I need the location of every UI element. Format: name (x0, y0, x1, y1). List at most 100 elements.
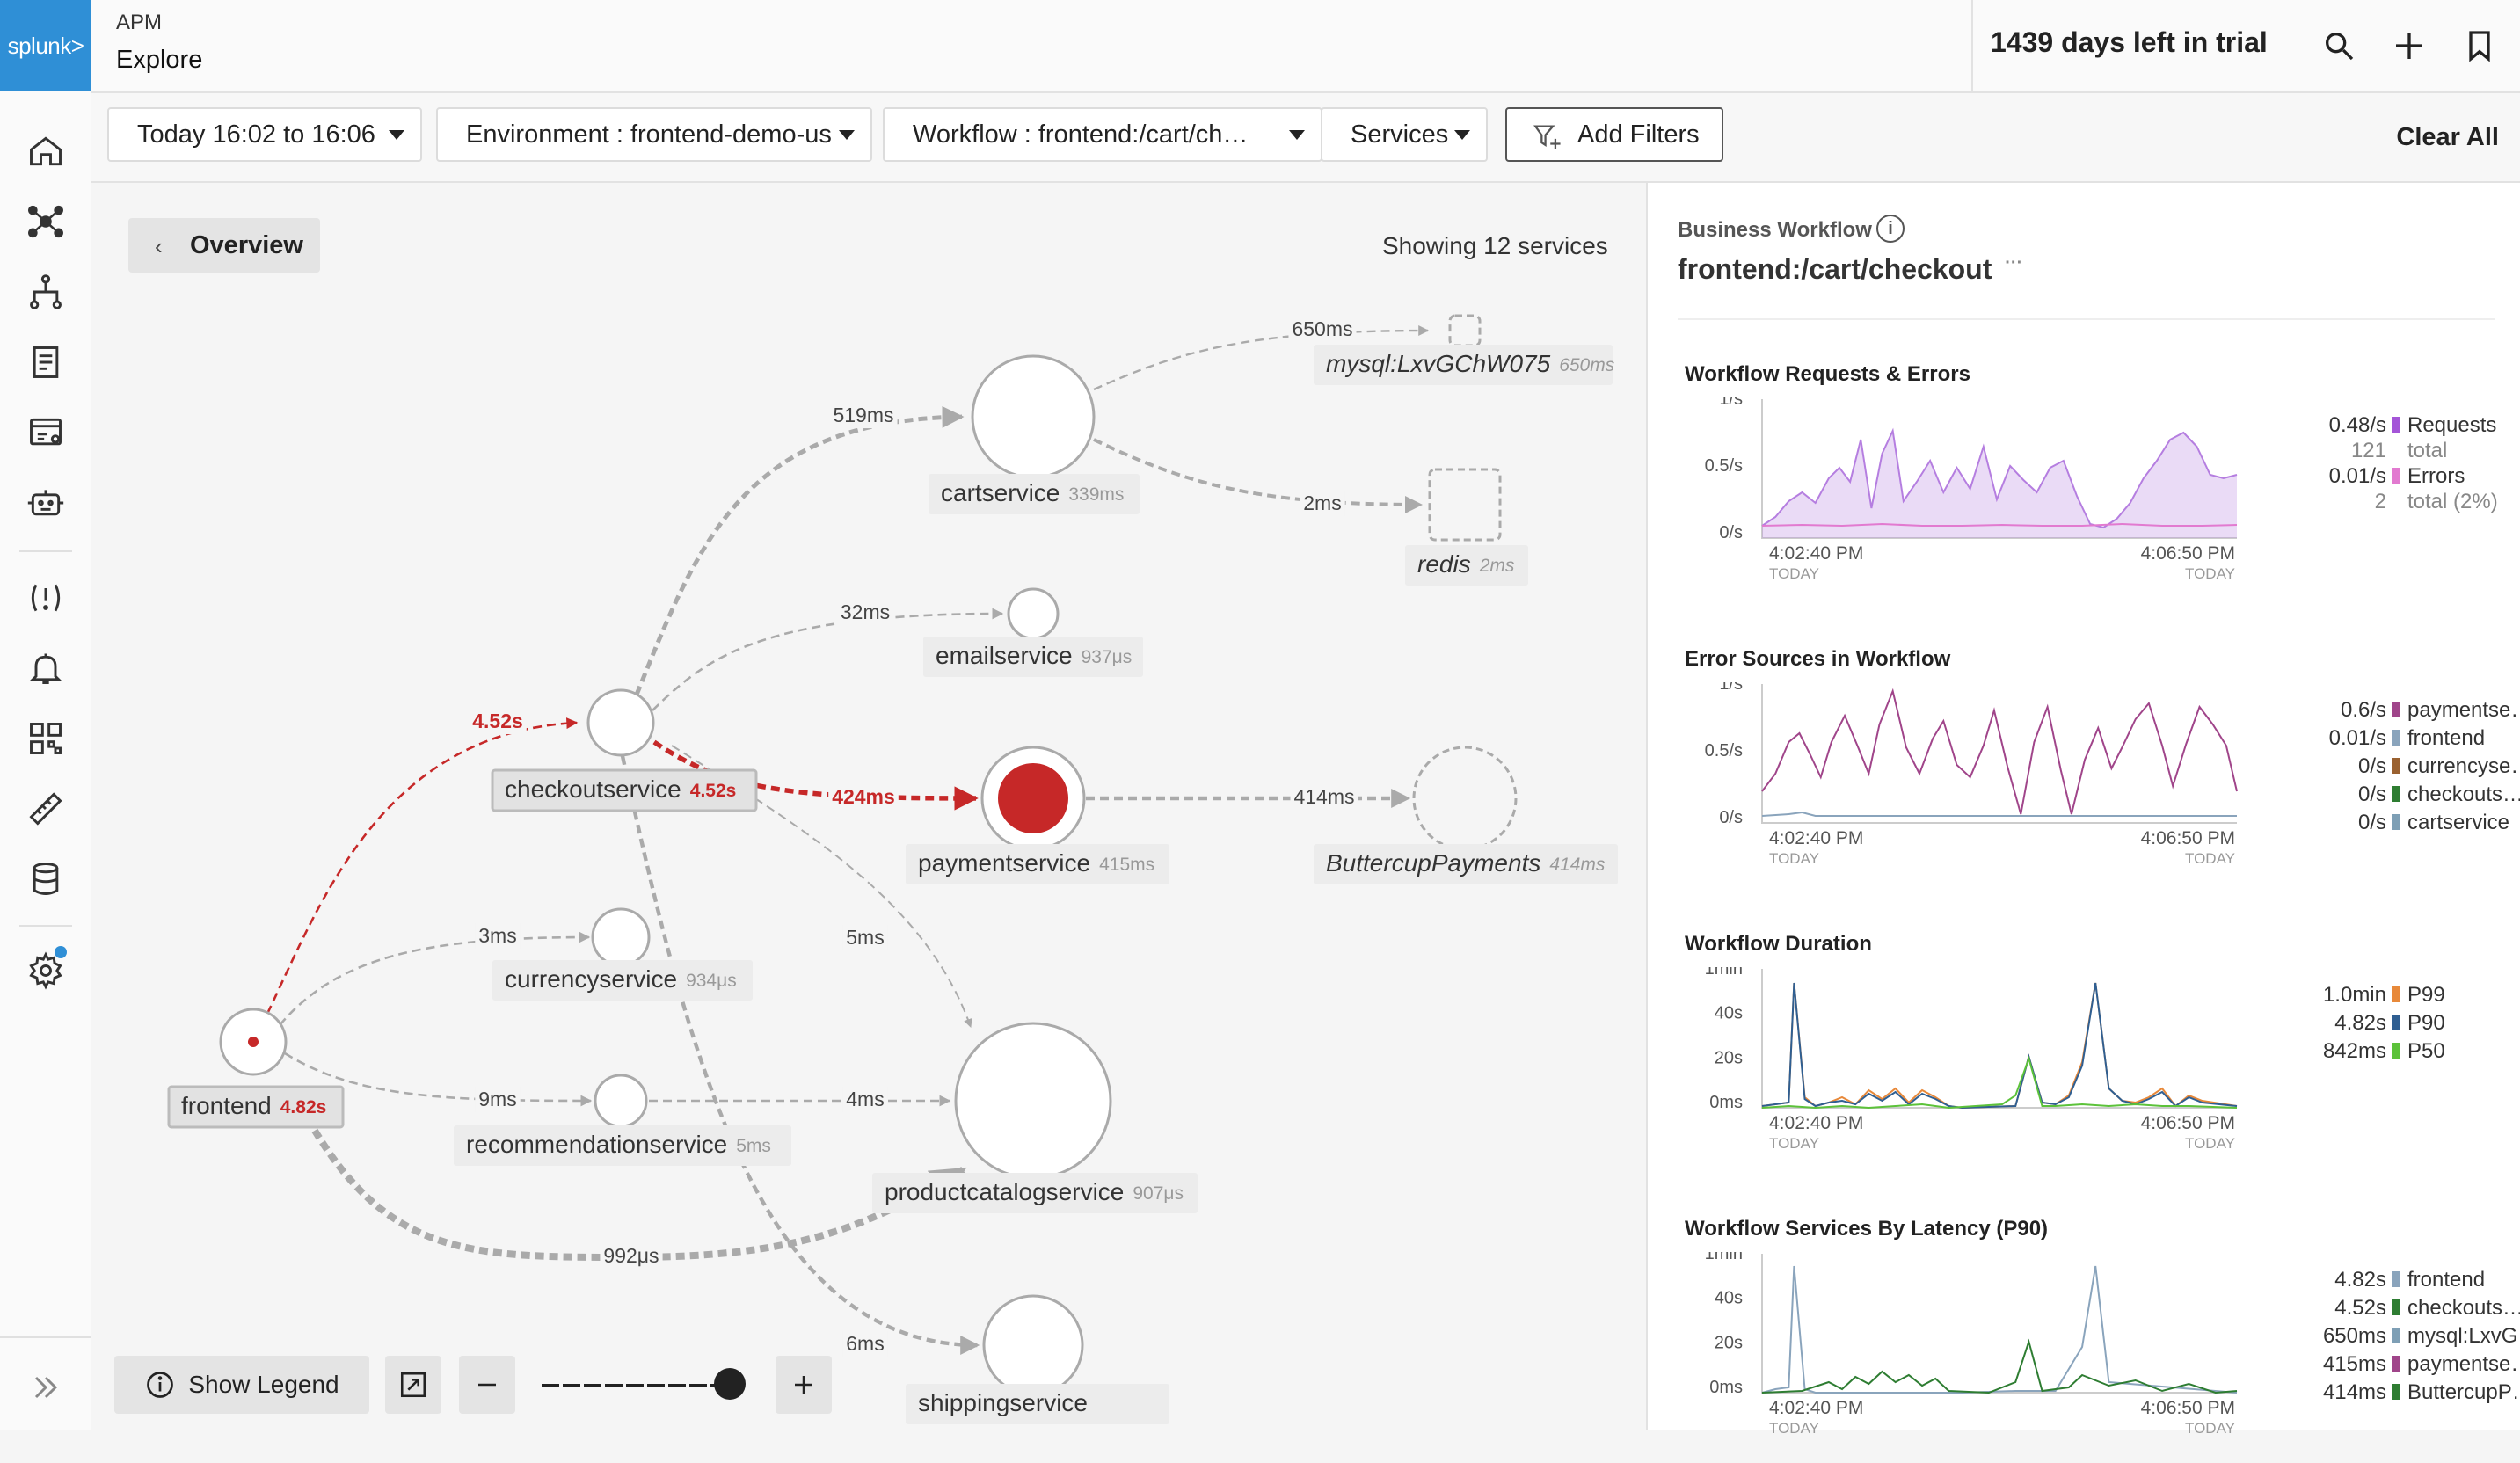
info-icon[interactable]: i (1876, 215, 1905, 243)
robot-icon[interactable] (21, 478, 70, 528)
legend-item[interactable]: 650ms mysql:LxvG… (2263, 1322, 2520, 1350)
node-shippingservice[interactable] (982, 1294, 1084, 1396)
legend-label: paymentse… (2407, 698, 2520, 722)
node-emailservice[interactable] (1007, 587, 1060, 640)
database-icon[interactable] (21, 855, 70, 904)
search-icon[interactable] (2316, 23, 2362, 69)
x-time-label: 4:06:50 PM (2141, 828, 2235, 848)
bookmark-icon[interactable] (2457, 23, 2502, 69)
legend-label: Requests (2407, 413, 2497, 437)
series-line (1762, 1342, 2237, 1393)
edge-latency-label: 519ms (833, 404, 893, 426)
y-tick-label: 1/s (1719, 397, 1743, 409)
edge-latency-label: 2ms (1303, 491, 1341, 514)
legend-label: checkouts… (2407, 782, 2520, 806)
node-checkoutservice[interactable] (586, 688, 655, 757)
legend-value: 4.52s (2334, 1296, 2386, 1320)
legend-item[interactable]: 1.0min P99 (2263, 981, 2445, 1009)
hierarchy-icon[interactable] (21, 267, 70, 317)
node-label: productcatalogservice 907μs (885, 1178, 1184, 1205)
zoom-slider[interactable] (540, 1368, 746, 1400)
legend-value: 1.0min (2322, 983, 2386, 1007)
zoom-in-button[interactable] (776, 1356, 832, 1414)
node-recommendationservice[interactable] (594, 1074, 648, 1128)
dashboard-grid-icon[interactable] (21, 714, 70, 763)
show-legend-label: Show Legend (188, 1371, 339, 1398)
x-time-label: 4:02:40 PM (1769, 1113, 1863, 1133)
expand-chevrons-icon[interactable] (21, 1363, 70, 1412)
workflow-filter[interactable]: Workflow : frontend:/cart/ch… (883, 107, 1322, 162)
node-currencyservice[interactable] (591, 907, 651, 967)
node-redis[interactable] (1428, 468, 1502, 542)
legend-item[interactable]: 0/s checkouts… (2263, 781, 2520, 809)
environment-filter[interactable]: Environment : frontend-demo-us (436, 107, 872, 162)
overview-button[interactable]: ‹ Overview (128, 218, 320, 273)
x-time-label: 4:06:50 PM (2141, 543, 2235, 564)
error-origin-dot (248, 1037, 259, 1047)
series-line (1762, 983, 2237, 1108)
fit-to-screen-button[interactable] (385, 1356, 441, 1414)
legend-item[interactable]: 0.6/s paymentse… (2263, 696, 2520, 724)
edge-cartservice-to-redis[interactable] (1093, 438, 1423, 513)
add-filters-button[interactable]: Add Filters (1505, 107, 1723, 162)
more-icon[interactable]: ··· (2005, 253, 2022, 273)
legend-item[interactable]: 0.01/s frontend (2263, 724, 2520, 753)
time-range-picker[interactable]: Today 16:02 to 16:06 (107, 107, 422, 162)
workflow-filter-label: Workflow : frontend:/cart/ch… (913, 120, 1249, 149)
ruler-icon[interactable] (21, 784, 70, 833)
zoom-out-button[interactable] (459, 1356, 515, 1414)
y-tick-label: 40s (1715, 1004, 1743, 1023)
bell-icon[interactable] (21, 644, 70, 693)
node-productcatalogservice[interactable] (954, 1022, 1112, 1180)
legend-total-label: total (2407, 439, 2448, 462)
legend-item[interactable]: 0/s currencyse… (2263, 753, 2520, 781)
edge-checkoutservice-to-cartservice[interactable] (634, 405, 965, 695)
mini-chart[interactable]: 1min 40s 20s 0ms 4:02:40 PM TODAY 4:06:50 PM TO… (1648, 1252, 2263, 1463)
x-time-sublabel: TODAY (1769, 1420, 1819, 1437)
document-icon[interactable] (21, 338, 70, 387)
x-time-sublabel: TODAY (2185, 565, 2235, 582)
node-mysql:LxvGChW075[interactable] (1448, 314, 1482, 347)
chart-section-title: Workflow Requests & Errors (1685, 362, 1970, 386)
node-label: frontend 4.82s (181, 1092, 326, 1119)
trial-status[interactable]: 1439 days left in trial (1991, 26, 2268, 59)
breadcrumb-section[interactable]: APM (116, 11, 162, 35)
top-header: APM Explore 1439 days left in trial (91, 0, 2520, 93)
legend-item[interactable]: 4.52s checkouts… (2263, 1294, 2520, 1322)
legend-total-label: total (2%) (2407, 490, 2498, 513)
legend-item[interactable]: 0.48/s Requests (2263, 411, 2498, 440)
mini-chart[interactable]: 1/s0.5/s0/s4:02:40 PMTODAY4:06:50 PMTODA… (1648, 397, 2263, 608)
home-icon[interactable] (21, 127, 70, 176)
service-map-icon[interactable] (21, 197, 70, 246)
browser-icon[interactable] (21, 408, 70, 457)
services-filter[interactable]: Services (1321, 107, 1488, 162)
mini-chart[interactable]: 1min 40s 20s 0ms 4:02:40 PM TODAY 4:06:50 PM TO… (1648, 967, 2263, 1178)
mini-chart[interactable]: 1/s0.5/s0/s4:02:40 PMTODAY4:06:50 PMTODA… (1648, 682, 2263, 893)
notification-dot (55, 946, 67, 958)
clear-all-button[interactable]: Clear All (2396, 123, 2499, 152)
legend-item[interactable]: 0/s cartservice (2263, 809, 2520, 837)
edge-latency-label: 6ms (846, 1332, 884, 1355)
page-title: Explore (116, 46, 203, 74)
legend-item[interactable]: 842ms P50 (2263, 1037, 2445, 1066)
legend-item[interactable]: 4.82s frontend (2263, 1266, 2520, 1294)
x-time-label: 4:06:50 PM (2141, 1113, 2235, 1133)
service-map-canvas[interactable]: 4.52s 519ms 650ms 2ms 32ms 424ms 414ms 5ms 3ms 9m… (91, 183, 1646, 1430)
zoom-slider-handle[interactable] (714, 1368, 746, 1400)
alert-exclamation-icon[interactable] (21, 573, 70, 622)
legend-item[interactable]: 415ms paymentse… (2263, 1350, 2520, 1379)
node-ButtercupPayments[interactable] (1412, 746, 1518, 851)
service-map[interactable]: 4.52s 519ms 650ms 2ms 32ms 424ms 414ms 5ms 3ms 9m… (91, 183, 1646, 1430)
legend-item[interactable]: 4.82s P90 (2263, 1009, 2444, 1037)
chart-legend: 4.82s frontend 4.52s checkouts… 650ms mysql:L… (2263, 1266, 2520, 1407)
node-cartservice[interactable] (971, 354, 1096, 479)
legend-item[interactable]: 0.01/s Errors (2263, 462, 2498, 491)
legend-label: P99 (2407, 983, 2445, 1007)
splunk-logo[interactable]: splunk> (0, 0, 91, 91)
chart-legend: 1.0min P99 4.82s P90 842ms P50 (2263, 981, 2445, 1066)
plus-icon[interactable] (2386, 23, 2432, 69)
x-time-sublabel: TODAY (2185, 1135, 2235, 1152)
show-legend-button[interactable]: Show Legend (114, 1356, 369, 1414)
y-tick-label: 0ms (1709, 1378, 1743, 1397)
legend-item[interactable]: 414ms ButtercupP… (2263, 1379, 2520, 1407)
